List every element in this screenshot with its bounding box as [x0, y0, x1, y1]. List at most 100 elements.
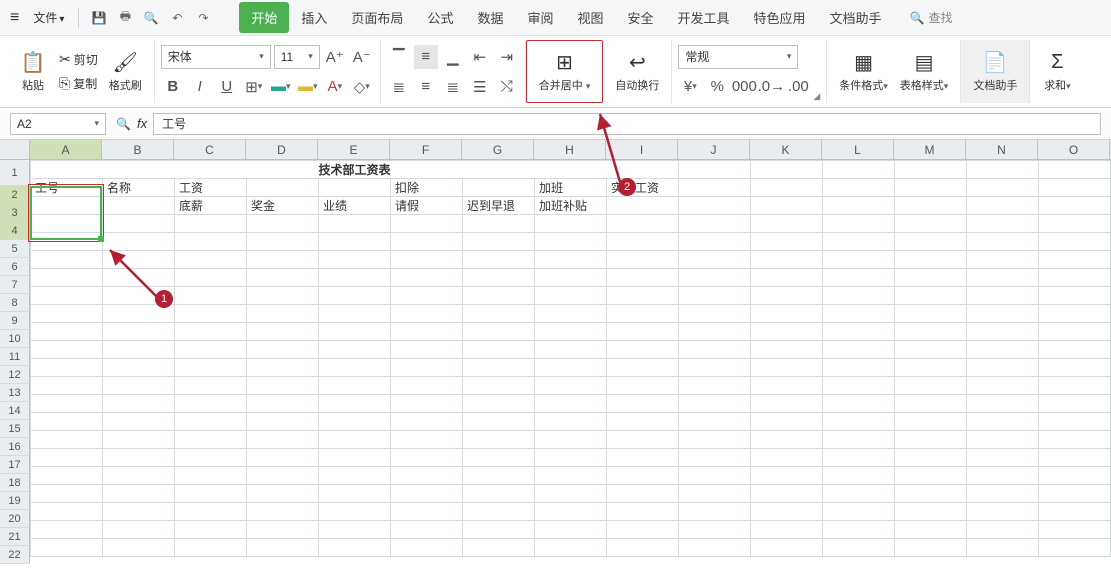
- cell[interactable]: [391, 233, 463, 251]
- cell[interactable]: [31, 413, 103, 431]
- cell[interactable]: [751, 323, 823, 341]
- align-center-button[interactable]: ≡: [414, 75, 438, 99]
- cell[interactable]: [175, 233, 247, 251]
- cell[interactable]: [247, 215, 319, 233]
- col-header-A[interactable]: A: [30, 140, 102, 159]
- cell[interactable]: [679, 395, 751, 413]
- cell[interactable]: [967, 539, 1039, 557]
- cell[interactable]: [535, 269, 607, 287]
- cell[interactable]: [535, 233, 607, 251]
- format-painter-button[interactable]: 🖌 格式刷: [103, 49, 148, 95]
- col-header-G[interactable]: G: [462, 140, 534, 159]
- cell[interactable]: [103, 377, 175, 395]
- cell[interactable]: [103, 233, 175, 251]
- cell[interactable]: [607, 233, 679, 251]
- cell[interactable]: [967, 485, 1039, 503]
- cell[interactable]: [535, 359, 607, 377]
- cell[interactable]: [103, 215, 175, 233]
- cell[interactable]: [103, 323, 175, 341]
- cell[interactable]: [319, 503, 391, 521]
- col-header-N[interactable]: N: [966, 140, 1038, 159]
- cell[interactable]: [1039, 449, 1111, 467]
- cell[interactable]: [391, 341, 463, 359]
- cell[interactable]: [391, 323, 463, 341]
- cell[interactable]: [823, 269, 895, 287]
- cell[interactable]: [967, 323, 1039, 341]
- cell[interactable]: [319, 539, 391, 557]
- cell[interactable]: [463, 251, 535, 269]
- cell[interactable]: [823, 539, 895, 557]
- cell-H3[interactable]: 加班补贴: [535, 197, 607, 215]
- cell[interactable]: [463, 233, 535, 251]
- cell[interactable]: [1039, 539, 1111, 557]
- cell[interactable]: [247, 485, 319, 503]
- cell[interactable]: [607, 323, 679, 341]
- cell[interactable]: [751, 413, 823, 431]
- cell[interactable]: [463, 215, 535, 233]
- cell[interactable]: [103, 521, 175, 539]
- cell[interactable]: [1039, 395, 1111, 413]
- cell[interactable]: [175, 539, 247, 557]
- cell[interactable]: [751, 485, 823, 503]
- cell[interactable]: [31, 395, 103, 413]
- cell[interactable]: [607, 377, 679, 395]
- cell[interactable]: [319, 251, 391, 269]
- cell[interactable]: [31, 215, 103, 233]
- cell[interactable]: [175, 251, 247, 269]
- cell[interactable]: [1039, 503, 1111, 521]
- cell[interactable]: [463, 431, 535, 449]
- cell[interactable]: [751, 305, 823, 323]
- cell[interactable]: [319, 431, 391, 449]
- cell[interactable]: [175, 467, 247, 485]
- cell[interactable]: [103, 413, 175, 431]
- cell[interactable]: [967, 521, 1039, 539]
- cell[interactable]: [319, 521, 391, 539]
- col-header-M[interactable]: M: [894, 140, 966, 159]
- cell[interactable]: [823, 467, 895, 485]
- cell[interactable]: [1039, 215, 1111, 233]
- font-size-combo[interactable]: 11▾: [274, 45, 320, 69]
- cell[interactable]: [391, 395, 463, 413]
- cell[interactable]: [1039, 251, 1111, 269]
- cell[interactable]: [751, 251, 823, 269]
- conditional-format-button[interactable]: ▦ 条件格式▾: [833, 40, 894, 103]
- cell[interactable]: [535, 521, 607, 539]
- row-header-20[interactable]: 20: [0, 510, 30, 528]
- cell[interactable]: [535, 377, 607, 395]
- cell[interactable]: [175, 359, 247, 377]
- cell[interactable]: [607, 269, 679, 287]
- cell[interactable]: [967, 251, 1039, 269]
- cell[interactable]: [247, 449, 319, 467]
- row-header-6[interactable]: 6: [0, 258, 30, 276]
- currency-button[interactable]: ¥▾: [678, 75, 702, 99]
- row-header-15[interactable]: 15: [0, 420, 30, 438]
- cell[interactable]: [463, 287, 535, 305]
- cell[interactable]: [247, 467, 319, 485]
- cell[interactable]: [175, 395, 247, 413]
- save-icon[interactable]: 💾: [89, 8, 109, 28]
- cell[interactable]: [175, 341, 247, 359]
- cell[interactable]: [103, 449, 175, 467]
- cell[interactable]: [175, 449, 247, 467]
- cell[interactable]: [607, 413, 679, 431]
- cell[interactable]: [823, 431, 895, 449]
- cell[interactable]: [463, 323, 535, 341]
- row-header-13[interactable]: 13: [0, 384, 30, 402]
- cell[interactable]: [607, 467, 679, 485]
- cut-button[interactable]: ✂剪切: [54, 48, 103, 71]
- cell[interactable]: [31, 359, 103, 377]
- cell[interactable]: [967, 377, 1039, 395]
- cell[interactable]: [895, 503, 967, 521]
- cell[interactable]: [895, 539, 967, 557]
- cell[interactable]: [823, 377, 895, 395]
- cell[interactable]: [103, 251, 175, 269]
- cell[interactable]: [103, 305, 175, 323]
- cell[interactable]: [535, 305, 607, 323]
- decrease-font-button[interactable]: A⁻: [350, 45, 374, 69]
- cell[interactable]: [823, 305, 895, 323]
- cell[interactable]: [679, 359, 751, 377]
- cell[interactable]: [823, 449, 895, 467]
- cell[interactable]: [679, 305, 751, 323]
- cell[interactable]: [175, 287, 247, 305]
- decrease-decimal-button[interactable]: .00: [786, 75, 810, 99]
